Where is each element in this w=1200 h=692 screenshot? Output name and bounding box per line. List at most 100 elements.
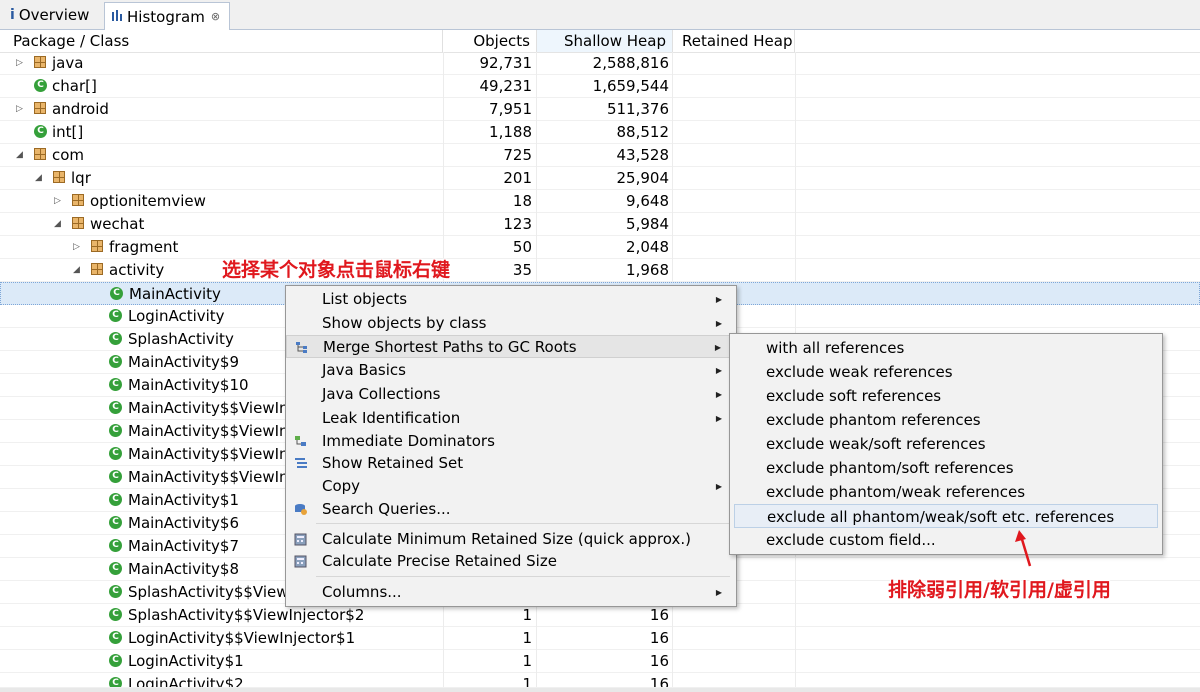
class-icon: C: [109, 332, 122, 345]
row-label: SplashActivity: [128, 330, 234, 348]
menu-item-immediate-dominators[interactable]: Immediate Dominators: [286, 430, 734, 453]
menu-item-calc-min-retained[interactable]: Calculate Minimum Retained Size (quick a…: [286, 528, 734, 551]
class-icon: C: [109, 447, 122, 460]
histogram-icon: [111, 9, 123, 25]
shallow-heap-cell: 2,588,816: [537, 52, 673, 75]
class-icon: C: [109, 424, 122, 437]
objects-cell: 7,951: [443, 98, 537, 121]
annotation-exclude-references: 排除弱引用/软引用/虚引用: [888, 579, 1111, 601]
row-label: LoginActivity$$ViewInjector$1: [128, 629, 356, 647]
menu-item-columns[interactable]: Columns... ▶: [286, 581, 734, 604]
submenu-item-exclude-custom-field[interactable]: exclude custom field...: [730, 528, 1160, 552]
menu-separator: [316, 523, 730, 524]
submenu-arrow-icon: ▶: [715, 588, 722, 597]
row-label: java: [52, 54, 84, 72]
submenu-item-exclude-weak-soft[interactable]: exclude weak/soft references: [730, 432, 1160, 456]
table-row[interactable]: Cint[] 1,188 88,512: [0, 121, 1200, 144]
objects-cell: 92,731: [443, 52, 537, 75]
menu-item-search-queries[interactable]: Search Queries...: [286, 498, 734, 521]
table-row[interactable]: Cchar[] 49,231 1,659,544: [0, 75, 1200, 98]
table-row[interactable]: C SplashActivity$$ViewInjector$2 1 16: [0, 604, 1200, 627]
collapse-arrow-icon[interactable]: ◢: [16, 144, 23, 167]
submenu-item-with-all-references[interactable]: with all references: [730, 336, 1160, 360]
expand-arrow-icon[interactable]: ▷: [16, 98, 23, 121]
collapse-arrow-icon[interactable]: ◢: [35, 167, 42, 190]
expand-arrow-icon[interactable]: ▷: [54, 190, 61, 213]
row-label: MainActivity$$ViewIn: [128, 445, 289, 463]
shallow-heap-cell: 16: [537, 673, 673, 687]
submenu-item-exclude-all[interactable]: exclude all phantom/weak/soft etc. refer…: [734, 504, 1158, 528]
column-header-package-class[interactable]: Package / Class: [0, 30, 443, 52]
objects-cell: 18: [443, 190, 537, 213]
menu-item-leak-identification[interactable]: Leak Identification ▶: [286, 407, 734, 430]
row-label: LoginActivity$1: [128, 652, 244, 670]
collapse-arrow-icon[interactable]: ◢: [73, 259, 80, 282]
shallow-heap-cell: 1,968: [537, 259, 673, 282]
retained-heap-cell: [673, 213, 796, 236]
column-header-objects[interactable]: Objects: [443, 30, 537, 52]
menu-item-show-retained-set[interactable]: Show Retained Set: [286, 452, 734, 475]
retained-heap-cell: [673, 52, 796, 75]
row-label: char[]: [52, 77, 97, 95]
shallow-heap-cell: 9,648: [537, 190, 673, 213]
row-label: com: [52, 146, 85, 164]
package-icon: [34, 56, 46, 68]
row-label: int[]: [52, 123, 84, 141]
submenu-item-exclude-phantom-weak[interactable]: exclude phantom/weak references: [730, 480, 1160, 504]
retained-heap-cell: [673, 236, 796, 259]
row-label: SplashActivity$$ViewInjector$2: [128, 606, 365, 624]
table-row[interactable]: ◢ com 725 43,528: [0, 144, 1200, 167]
menu-item-show-objects-by-class[interactable]: Show objects by class ▶: [286, 312, 734, 335]
table-row[interactable]: ◢ wechat 123 5,984: [0, 213, 1200, 236]
table-row[interactable]: ▷ optionitemview 18 9,648: [0, 190, 1200, 213]
retained-heap-cell: [673, 121, 796, 144]
submenu-item-exclude-weak[interactable]: exclude weak references: [730, 360, 1160, 384]
objects-cell: 1: [443, 673, 537, 687]
shallow-heap-cell: 5,984: [537, 213, 673, 236]
table-row[interactable]: ▷ android 7,951 511,376: [0, 98, 1200, 121]
menu-separator: [316, 576, 730, 577]
class-icon: C: [109, 608, 122, 621]
objects-cell: 123: [443, 213, 537, 236]
submenu-arrow-icon: ▶: [715, 295, 722, 304]
menu-item-calc-precise-retained[interactable]: Calculate Precise Retained Size: [286, 550, 734, 573]
menu-item-java-basics[interactable]: Java Basics ▶: [286, 359, 734, 382]
submenu-item-exclude-phantom[interactable]: exclude phantom references: [730, 408, 1160, 432]
class-icon: C: [109, 401, 122, 414]
horizontal-scrollbar[interactable]: [0, 688, 1200, 692]
row-label: SplashActivity$$View: [128, 583, 289, 601]
table-row[interactable]: ▷ fragment 50 2,048: [0, 236, 1200, 259]
expand-arrow-icon[interactable]: ▷: [73, 236, 80, 259]
close-tab-icon[interactable]: ⊗: [211, 10, 220, 23]
row-label: fragment: [109, 238, 179, 256]
objects-cell: 49,231: [443, 75, 537, 98]
objects-cell: 1: [443, 604, 537, 627]
merge-paths-submenu: with all references exclude weak referen…: [729, 333, 1163, 555]
row-label: MainActivity$$ViewIn: [128, 422, 289, 440]
menu-item-list-objects[interactable]: List objects ▶: [286, 288, 734, 311]
table-row[interactable]: C LoginActivity$1 1 16: [0, 650, 1200, 673]
table-row[interactable]: C LoginActivity$2 1 16: [0, 673, 1200, 688]
menu-item-java-collections[interactable]: Java Collections ▶: [286, 383, 734, 406]
table-row[interactable]: C LoginActivity$$ViewInjector$1 1 16: [0, 627, 1200, 650]
tab-overview[interactable]: i Overview: [4, 2, 102, 28]
submenu-item-exclude-soft[interactable]: exclude soft references: [730, 384, 1160, 408]
shallow-heap-cell: 88,512: [537, 121, 673, 144]
submenu-arrow-icon: ▶: [715, 366, 722, 375]
tab-histogram[interactable]: Histogram ⊗: [104, 2, 230, 30]
column-header-shallow-heap[interactable]: Shallow Heap: [537, 30, 673, 52]
expand-arrow-icon[interactable]: ▷: [16, 52, 23, 75]
submenu-arrow-icon: ▶: [715, 414, 722, 423]
class-icon: C: [109, 309, 122, 322]
class-icon: C: [109, 539, 122, 552]
column-header-retained-heap[interactable]: Retained Heap: [673, 30, 795, 52]
submenu-item-exclude-phantom-soft[interactable]: exclude phantom/soft references: [730, 456, 1160, 480]
table-row[interactable]: ◢ activity 35 1,968: [0, 259, 1200, 282]
menu-item-merge-shortest-paths[interactable]: Merge Shortest Paths to GC Roots ▶: [286, 335, 734, 358]
collapse-arrow-icon[interactable]: ◢: [54, 213, 61, 236]
annotation-right-click: 选择某个对象点击鼠标右键: [222, 259, 451, 281]
annotation-arrow-icon: [1015, 530, 1032, 567]
menu-item-copy[interactable]: Copy ▶: [286, 475, 734, 498]
table-row[interactable]: ▷ java 92,731 2,588,816: [0, 52, 1200, 75]
table-row[interactable]: ◢ lqr 201 25,904: [0, 167, 1200, 190]
